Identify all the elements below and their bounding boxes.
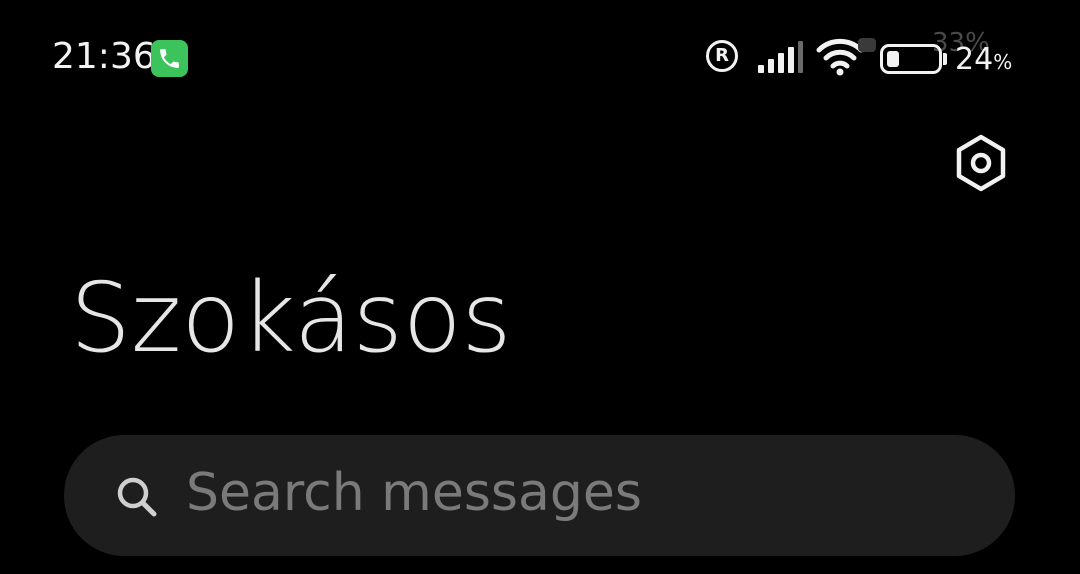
roaming-icon: R [706, 40, 738, 72]
battery-level-fill [887, 51, 899, 67]
status-bar: 21:36 R 33% 24% [0, 0, 1080, 120]
settings-icon [956, 134, 1006, 192]
battery-icon [880, 44, 942, 74]
battery-percent: 24% [955, 42, 1012, 77]
search-icon [117, 477, 157, 517]
settings-button[interactable] [948, 130, 1014, 196]
phone-icon[interactable] [151, 40, 188, 77]
page-title: Szokásos [70, 262, 512, 374]
wifi-icon [816, 38, 864, 76]
status-time: 21:36 [52, 36, 156, 77]
battery-percent-value: 24 [955, 42, 994, 77]
battery-percent-sign: % [993, 50, 1013, 74]
search-placeholder[interactable]: Search messages [186, 463, 642, 523]
battery-tip [943, 53, 947, 65]
ghost-overlay [858, 38, 876, 52]
signal-icon [758, 41, 803, 73]
